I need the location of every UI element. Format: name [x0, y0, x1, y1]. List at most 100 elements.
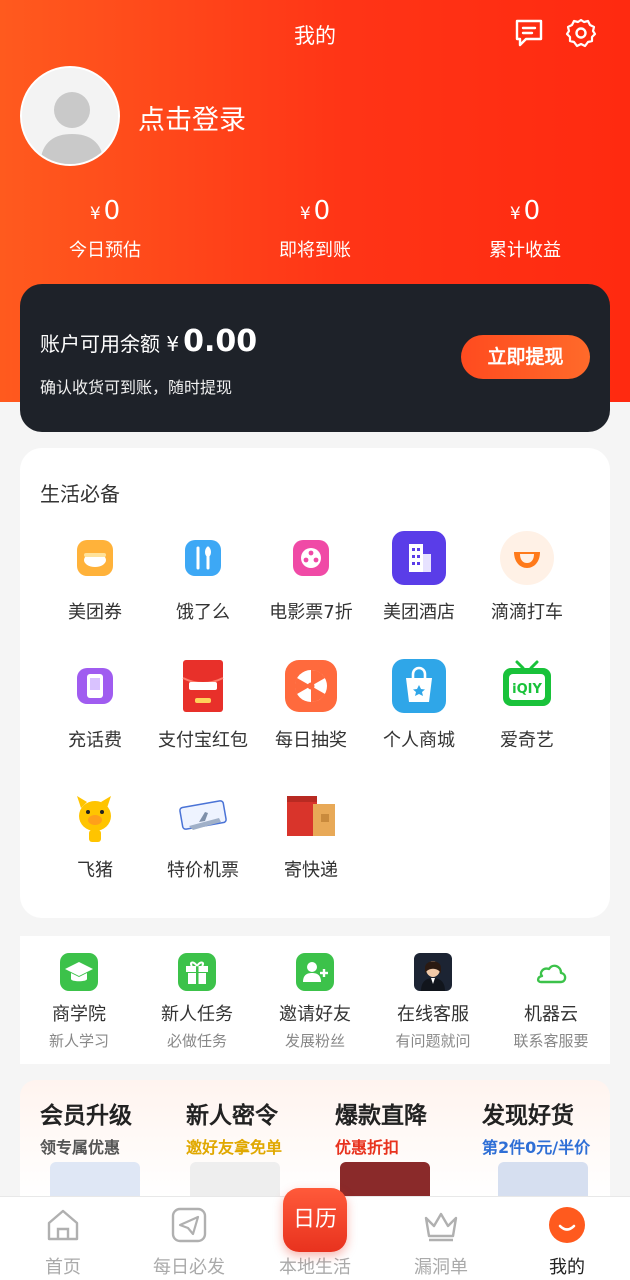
service-label: 爱奇艺 — [500, 730, 554, 751]
section-title: 生活必备 — [40, 482, 120, 506]
service-express[interactable]: 寄快递 — [252, 788, 370, 882]
tool-subtitle: 必做任务 — [166, 1032, 227, 1050]
promo-banner: 会员升级 领专属优惠 新人密令 邀好友拿免单 爆款直降 优惠折扣 发现好货 第2… — [20, 1080, 610, 1198]
svg-text:iQIY: iQIY — [512, 682, 542, 697]
tool-title: 机器云 — [524, 1004, 578, 1025]
stat-today-estimate[interactable]: ¥0 今日预估 — [0, 192, 210, 262]
fliggy-icon — [77, 796, 111, 842]
service-iqiyi[interactable]: iQIY 爱奇艺 — [468, 658, 586, 752]
promo-title: 发现好货 — [482, 1103, 574, 1129]
tool-subtitle: 联系客服要 — [513, 1032, 589, 1050]
balance-note: 确认收货可到账，随时提现 — [40, 378, 233, 397]
service-hotel[interactable]: 美团酒店 — [360, 530, 478, 624]
service-alipay-red-packet[interactable]: 支付宝红包 — [144, 658, 262, 752]
promo-title: 新人密令 — [186, 1103, 278, 1129]
promo-subtitle: 第2件0元/半价 — [482, 1138, 591, 1157]
gear-icon[interactable] — [564, 16, 598, 50]
service-label: 特价机票 — [167, 860, 239, 881]
tab-label: 漏洞单 — [414, 1257, 468, 1278]
iqiyi-icon: iQIY — [503, 660, 551, 706]
promo-discover-goods[interactable]: 发现好货 第2件0元/半价 — [482, 1096, 610, 1158]
currency-symbol: ¥ — [299, 204, 311, 224]
tool-online-service[interactable]: 在线客服 有问题就问 — [374, 952, 492, 1051]
tool-newbie-tasks[interactable]: 新人任务 必做任务 — [138, 952, 256, 1051]
phone-recharge-icon — [77, 668, 113, 704]
service-didi[interactable]: 滴滴打车 — [468, 530, 586, 624]
service-label: 充话费 — [68, 730, 122, 751]
life-essentials-card: 生活必备 美团券 饿了么 电影票7折 美团酒店 滴滴打车 充话费 支付宝红包 每… — [20, 448, 610, 918]
stat-label: 累计收益 — [489, 240, 561, 261]
service-label: 美团券 — [68, 602, 122, 623]
service-movie-ticket[interactable]: 电影票7折 — [252, 530, 370, 624]
tab-daily-post[interactable]: 每日必发 — [126, 1205, 252, 1279]
service-eleme[interactable]: 饿了么 — [144, 530, 262, 624]
service-label: 饿了么 — [176, 602, 230, 623]
promo-subtitle: 邀好友拿免单 — [186, 1138, 283, 1157]
customer-service-avatar — [414, 953, 452, 991]
tool-business-school[interactable]: 商学院 新人学习 — [20, 952, 138, 1051]
cloud-icon — [536, 964, 567, 984]
tool-robot-cloud[interactable]: 机器云 联系客服要 — [492, 952, 610, 1051]
meituan-coupon-icon — [77, 540, 113, 576]
promo-subtitle: 领专属优惠 — [40, 1138, 121, 1157]
balance-line: 账户可用余额 ¥0.00 — [40, 324, 257, 359]
tool-subtitle: 发展粉丝 — [284, 1032, 345, 1050]
promo-product-image — [190, 1162, 280, 1198]
stat-total-earnings[interactable]: ¥0 累计收益 — [420, 192, 630, 262]
promo-product-image — [498, 1162, 588, 1198]
service-label: 个人商城 — [383, 730, 455, 751]
eleme-icon — [185, 540, 221, 576]
service-daily-lottery[interactable]: 每日抽奖 — [252, 658, 370, 752]
service-label: 飞猪 — [77, 860, 113, 881]
crown-icon — [424, 1212, 458, 1242]
promo-newbie-code[interactable]: 新人密令 邀好友拿免单 — [186, 1096, 333, 1158]
tool-subtitle: 有问题就问 — [395, 1032, 471, 1050]
earnings-stats: ¥0 今日预估 ¥0 即将到账 ¥0 累计收益 — [0, 192, 630, 272]
tab-label: 每日必发 — [153, 1257, 225, 1278]
tool-invite-friends[interactable]: 邀请好友 发展粉丝 — [256, 952, 374, 1051]
express-box-icon — [287, 796, 335, 836]
balance-label: 账户可用余额 — [40, 332, 160, 356]
smile-icon — [549, 1207, 585, 1243]
balance-card: 账户可用余额 ¥0.00 确认收货可到账，随时提现 立即提现 — [20, 284, 610, 432]
tool-title: 邀请好友 — [279, 1004, 351, 1025]
service-fliggy[interactable]: 飞猪 — [36, 788, 154, 882]
currency-symbol: ¥ — [509, 204, 521, 224]
service-phone-recharge[interactable]: 充话费 — [36, 658, 154, 752]
service-personal-shop[interactable]: 个人商城 — [360, 658, 478, 752]
stat-value: 0 — [103, 196, 121, 226]
promo-product-image — [340, 1162, 430, 1198]
service-label: 寄快递 — [284, 860, 338, 881]
tab-label: 首页 — [45, 1257, 81, 1278]
service-air-ticket[interactable]: 特价机票 — [144, 788, 262, 882]
shop-bag-icon — [392, 659, 446, 713]
graduation-cap-icon — [60, 953, 98, 991]
calendar-badge[interactable]: 日历 — [283, 1188, 347, 1252]
avatar[interactable] — [20, 66, 120, 166]
tool-subtitle: 新人学习 — [48, 1032, 109, 1050]
message-icon[interactable] — [512, 16, 546, 50]
promo-hot-deals[interactable]: 爆款直降 优惠折扣 — [335, 1096, 482, 1158]
balance-amount: 0.00 — [183, 324, 258, 359]
movie-ticket-icon — [293, 540, 329, 576]
tab-loophole-deals[interactable]: 漏洞单 — [378, 1205, 504, 1279]
tool-title: 商学院 — [52, 1004, 106, 1025]
promo-title: 爆款直降 — [335, 1103, 427, 1129]
invite-user-icon — [296, 953, 334, 991]
service-label: 支付宝红包 — [158, 730, 248, 751]
stat-incoming[interactable]: ¥0 即将到账 — [210, 192, 420, 262]
promo-member-upgrade[interactable]: 会员升级 领专属优惠 — [40, 1096, 187, 1158]
login-link[interactable]: 点击登录 — [138, 98, 246, 137]
tab-mine[interactable]: 我的 — [504, 1205, 630, 1279]
tab-home[interactable]: 首页 — [0, 1205, 126, 1279]
top-bar: 我的 — [0, 0, 630, 70]
service-label: 每日抽奖 — [275, 730, 347, 751]
stat-value: 0 — [523, 196, 541, 226]
tool-title: 新人任务 — [161, 1004, 233, 1025]
service-label: 电影票7折 — [269, 602, 353, 623]
tool-title: 在线客服 — [397, 1004, 469, 1025]
hotel-icon — [392, 531, 446, 585]
service-meituan-coupon[interactable]: 美团券 — [36, 530, 154, 624]
withdraw-button[interactable]: 立即提现 — [461, 335, 590, 379]
alipay-red-packet-icon — [182, 660, 224, 712]
